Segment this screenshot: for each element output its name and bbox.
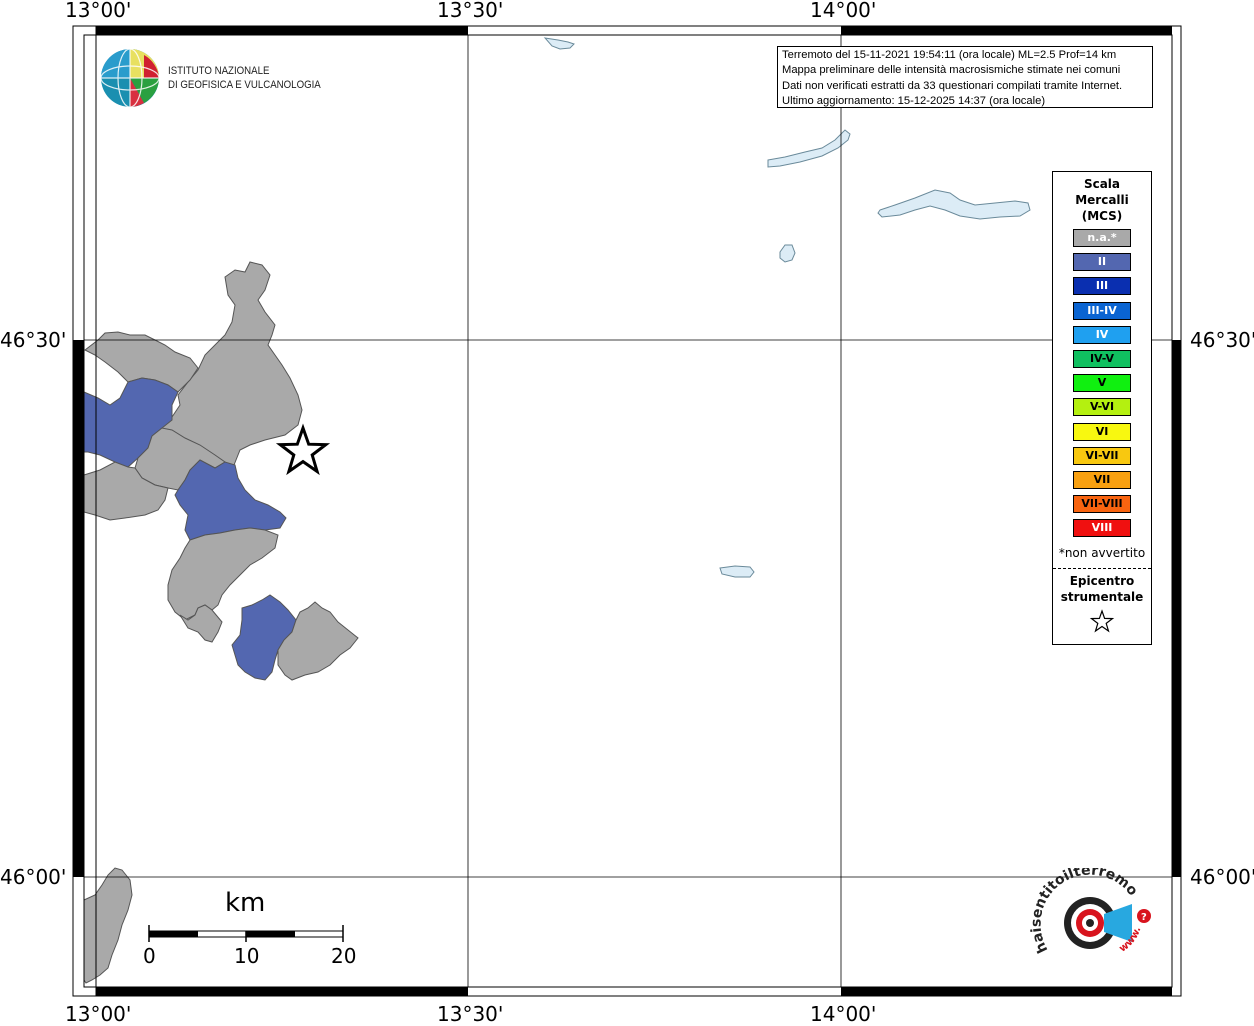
- scale-bar-unit: km: [225, 888, 266, 918]
- coord-top-1400: 14°00': [810, 0, 877, 22]
- event-info-line: Ultimo aggiornamento: 15-12-2025 14:37 (…: [782, 94, 1046, 107]
- coord-right-4600: 46°00': [1190, 865, 1254, 889]
- legend-item: VII: [1073, 471, 1131, 489]
- event-info-box: Terremoto del 15-11-2021 19:54:11 (ora l…: [777, 46, 1153, 108]
- legend-item: IV-V: [1073, 350, 1131, 368]
- legend-item: III: [1073, 277, 1131, 296]
- legend-title: Scala Mercalli (MCS): [1075, 177, 1129, 223]
- legend-item: III-IV: [1073, 301, 1131, 320]
- scale-bar-label: 20: [331, 944, 357, 968]
- legend-item: n.a.*: [1073, 229, 1131, 247]
- event-info-line: Mappa preliminare delle intensità macros…: [782, 64, 1121, 77]
- event-info-line: Dati non verificati estratti da 33 quest…: [782, 79, 1123, 92]
- legend-item: VI: [1073, 422, 1131, 441]
- legend-note: *non avvertito: [1058, 546, 1146, 560]
- coord-left-4630: 46°30': [0, 328, 67, 352]
- legend-item: V: [1073, 374, 1131, 393]
- coord-bottom-1300: 13°00': [65, 1002, 132, 1026]
- coord-right-4630: 46°30': [1190, 328, 1254, 352]
- ingv-logo[interactable]: ISTITUTO NAZIONALE DI GEOFISICA E VULCAN…: [100, 47, 321, 111]
- legend-item: VI-VII: [1073, 446, 1131, 465]
- mcs-legend: Scala Mercalli (MCS) n.a.* II III III-IV IV I…: [1052, 171, 1152, 645]
- legend-epicenter-label: Epicentro strumentale: [1060, 574, 1144, 604]
- svg-text:?: ?: [1141, 912, 1147, 923]
- legend-item: VII-VIII: [1073, 495, 1131, 514]
- coord-left-4600: 46°00': [0, 865, 67, 889]
- legend-item: II: [1073, 253, 1131, 272]
- legend-item: VIII: [1073, 519, 1131, 538]
- scale-bar-label: 10: [234, 944, 260, 968]
- epicenter-legend-star-icon: [1089, 609, 1115, 633]
- event-info-line: Terremoto del 15-11-2021 19:54:11 (ora l…: [782, 49, 1117, 61]
- coord-bottom-1330: 13°30': [437, 1002, 504, 1026]
- legend-item: IV: [1073, 325, 1131, 344]
- coord-top-1300: 13°00': [65, 0, 132, 22]
- scale-bar-label: 0: [143, 944, 156, 968]
- legend-item: V-VI: [1073, 398, 1131, 417]
- globe-icon: [100, 48, 160, 108]
- legend-divider: [1053, 568, 1151, 569]
- coord-top-1330: 13°30': [437, 0, 504, 22]
- ingv-logo-text: ISTITUTO NAZIONALE DI GEOFISICA E VULCAN…: [168, 65, 321, 91]
- coord-bottom-1400: 14°00': [810, 1002, 877, 1026]
- haisentito-logo[interactable]: ? haisentitoilterremoto.it www.: [1030, 868, 1160, 978]
